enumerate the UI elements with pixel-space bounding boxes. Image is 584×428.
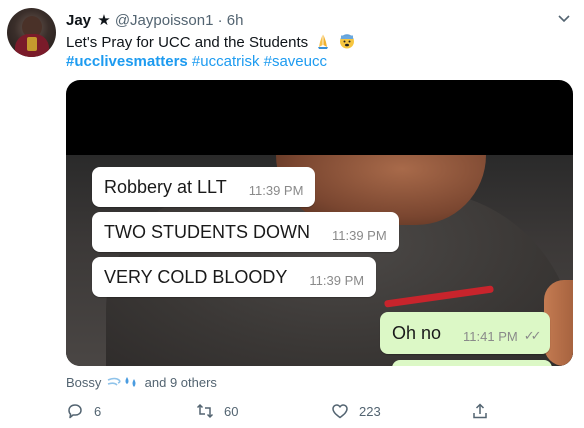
hashtag-line: #ucclivesmatters #uccatrisk #saveucc xyxy=(66,52,327,71)
liked-by-line[interactable]: Bossy and 9 others xyxy=(66,374,217,392)
chat-message-time: 11:39 PM xyxy=(331,227,387,243)
action-bar: 6 60 223 xyxy=(66,400,546,422)
retweet-count: 60 xyxy=(224,403,239,419)
star-badge: ★ xyxy=(97,12,111,29)
chat-message-text: Oh no xyxy=(392,322,442,343)
tweet-text-body: Let's Pray for UCC and the Students xyxy=(66,34,309,51)
heart-icon xyxy=(332,404,348,419)
author-avatar[interactable] xyxy=(7,8,56,57)
author-name[interactable]: Jay xyxy=(66,12,91,29)
chat-bubble-outgoing-partial xyxy=(392,360,552,366)
chat-message-time: 11:39 PM xyxy=(248,182,304,198)
hashtag-link[interactable]: #saveucc xyxy=(264,53,327,70)
chat-bubble-outgoing: Oh no 11:41 PM ✓✓ xyxy=(380,312,550,354)
anxious-face-emoji xyxy=(339,33,355,49)
tweet-text: Let's Pray for UCC and the Students xyxy=(66,33,355,52)
tweet-header: Jay ★ @Jaypoisson1 · 6h xyxy=(66,11,243,31)
reply-button[interactable]: 6 xyxy=(66,400,101,422)
read-receipt-checkmarks-icon: ✓✓ xyxy=(523,328,542,343)
more-options-chevron-down-icon[interactable] xyxy=(554,10,574,30)
like-count: 223 xyxy=(359,403,381,419)
chat-message-text: TWO STUDENTS DOWN xyxy=(104,221,310,242)
retweet-button[interactable]: 60 xyxy=(196,400,238,422)
author-handle[interactable]: @Jaypoisson1 xyxy=(115,12,214,29)
hashtag-link[interactable]: #ucclivesmatters xyxy=(66,53,188,70)
chat-bubble-incoming: Robbery at LLT 11:39 PM xyxy=(92,167,316,207)
likers-suffix: and 9 others xyxy=(144,375,217,390)
tweet-media-image[interactable]: Robbery at LLT 11:39 PM TWO STUDENTS DOW… xyxy=(66,80,573,366)
chat-message-text: VERY COLD BLOODY xyxy=(104,266,288,287)
retweet-icon xyxy=(196,403,214,419)
chat-bubble-incoming: TWO STUDENTS DOWN 11:39 PM xyxy=(92,212,399,252)
share-button[interactable] xyxy=(471,400,499,422)
chat-message-time: 11:41 PM xyxy=(463,328,518,344)
share-icon xyxy=(473,403,487,419)
chat-bubble-incoming: VERY COLD BLOODY 11:39 PM xyxy=(92,257,377,297)
folded-hands-emoji xyxy=(315,33,331,49)
chat-message-text: Robbery at LLT xyxy=(104,176,227,197)
reply-count: 6 xyxy=(94,403,102,419)
reply-icon xyxy=(68,404,82,419)
chat-message-time: 11:39 PM xyxy=(309,272,365,288)
liker-name[interactable]: Bossy xyxy=(66,375,101,390)
avatar-jersey-stripe xyxy=(27,37,37,51)
tweet-timestamp[interactable]: 6h xyxy=(227,12,244,29)
meta-separator: · xyxy=(217,12,223,29)
like-button[interactable]: 223 xyxy=(331,400,381,422)
wind-and-sweat-droplets-emoji xyxy=(107,375,139,389)
hashtag-link[interactable]: #uccatrisk xyxy=(192,53,260,70)
